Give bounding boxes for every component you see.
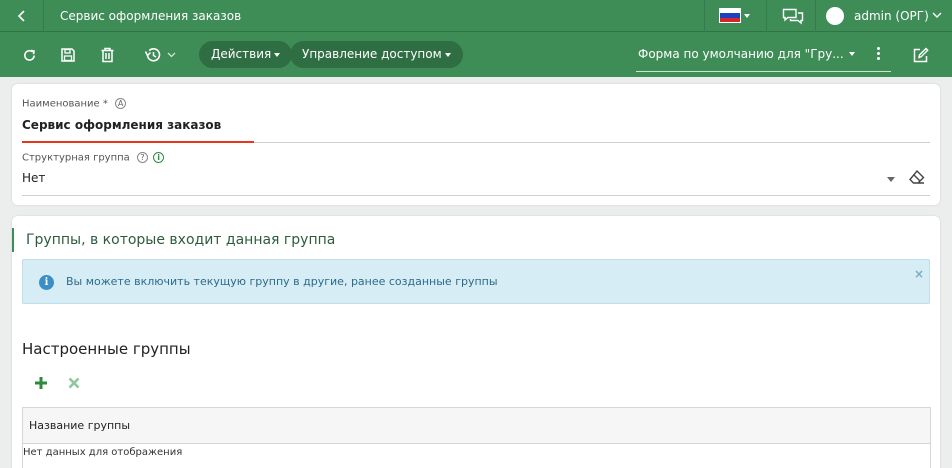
caret-down-icon — [274, 52, 281, 57]
kebab-icon[interactable] — [872, 46, 884, 62]
group-select[interactable]: Нет — [22, 171, 45, 185]
refresh-button[interactable] — [18, 44, 40, 66]
column-header-group-name[interactable]: Название группы — [23, 408, 930, 444]
actions-label: Действия — [211, 47, 272, 61]
group-label-text: Структурная группа — [22, 152, 130, 164]
access-label: Управление доступом — [302, 47, 442, 61]
edit-icon — [913, 47, 929, 62]
chat-icon[interactable] — [782, 8, 804, 25]
delete-button[interactable] — [96, 44, 118, 66]
section-title: Группы, в которые входит данная группа — [26, 232, 336, 248]
language-caret-icon[interactable] — [744, 14, 750, 18]
main-form-card: Наименование * A Сервис оформления заказ… — [12, 84, 940, 205]
chevron-down-icon[interactable] — [932, 12, 942, 19]
trash-icon — [101, 47, 113, 63]
name-label-text: Наименование — [22, 98, 100, 110]
chevron-down-icon[interactable] — [887, 177, 895, 182]
save-icon — [61, 48, 75, 62]
page-title: Сервис оформления заказов — [60, 9, 242, 23]
avatar[interactable] — [826, 7, 844, 25]
chevron-down-icon — [167, 52, 176, 58]
chevron-left-icon — [17, 10, 25, 22]
configured-groups-title: Настроенные группы — [22, 340, 191, 358]
name-field-label: Наименование * A — [22, 98, 127, 110]
access-control-dropdown[interactable]: Управление доступом — [290, 41, 463, 68]
info-alert: i Вы можете включить текущую группу в др… — [22, 259, 930, 304]
divider — [766, 0, 767, 32]
field-underline — [22, 195, 930, 196]
groups-table: Название группы Нет данных для отображен… — [22, 407, 931, 468]
caret-down-icon[interactable] — [849, 52, 855, 56]
help-icon[interactable]: ? — [136, 152, 148, 163]
section-accent — [12, 228, 14, 252]
history-icon — [144, 48, 161, 62]
back-button[interactable] — [0, 0, 44, 32]
info-icon[interactable]: i — [153, 152, 165, 163]
toolbar: Действия Управление доступом Форма по ум… — [0, 32, 952, 77]
close-x-icon[interactable] — [68, 377, 80, 389]
close-icon[interactable]: × — [914, 267, 924, 281]
divider — [815, 0, 816, 32]
flag-ru-icon[interactable] — [719, 8, 741, 23]
form-select[interactable]: Форма по умолчанию для "Гру... — [636, 40, 891, 72]
autofill-icon[interactable]: A — [115, 98, 127, 109]
group-field-label: Структурная группа ? i — [22, 152, 165, 164]
user-name[interactable]: admin (ОРГ) — [854, 0, 929, 32]
refresh-icon — [23, 49, 35, 61]
actions-dropdown[interactable]: Действия — [199, 41, 293, 68]
caret-down-icon — [444, 52, 451, 57]
empty-message: Нет данных для отображения — [23, 447, 183, 458]
eraser-icon[interactable] — [908, 169, 926, 185]
required-underline — [22, 141, 254, 143]
save-button[interactable] — [57, 44, 79, 66]
info-icon: i — [39, 275, 54, 290]
top-bar: Сервис оформления заказов admin (ОРГ) — [0, 0, 952, 32]
info-text: Вы можете включить текущую группу в друг… — [66, 275, 498, 288]
required-marker: * — [102, 98, 108, 110]
groups-card: Группы, в которые входит данная группа i… — [12, 216, 940, 468]
history-button[interactable] — [140, 44, 180, 66]
name-field[interactable]: Сервис оформления заказов — [22, 118, 221, 132]
edit-button[interactable] — [909, 44, 931, 66]
plus-icon[interactable] — [34, 376, 48, 390]
divider — [704, 0, 705, 32]
